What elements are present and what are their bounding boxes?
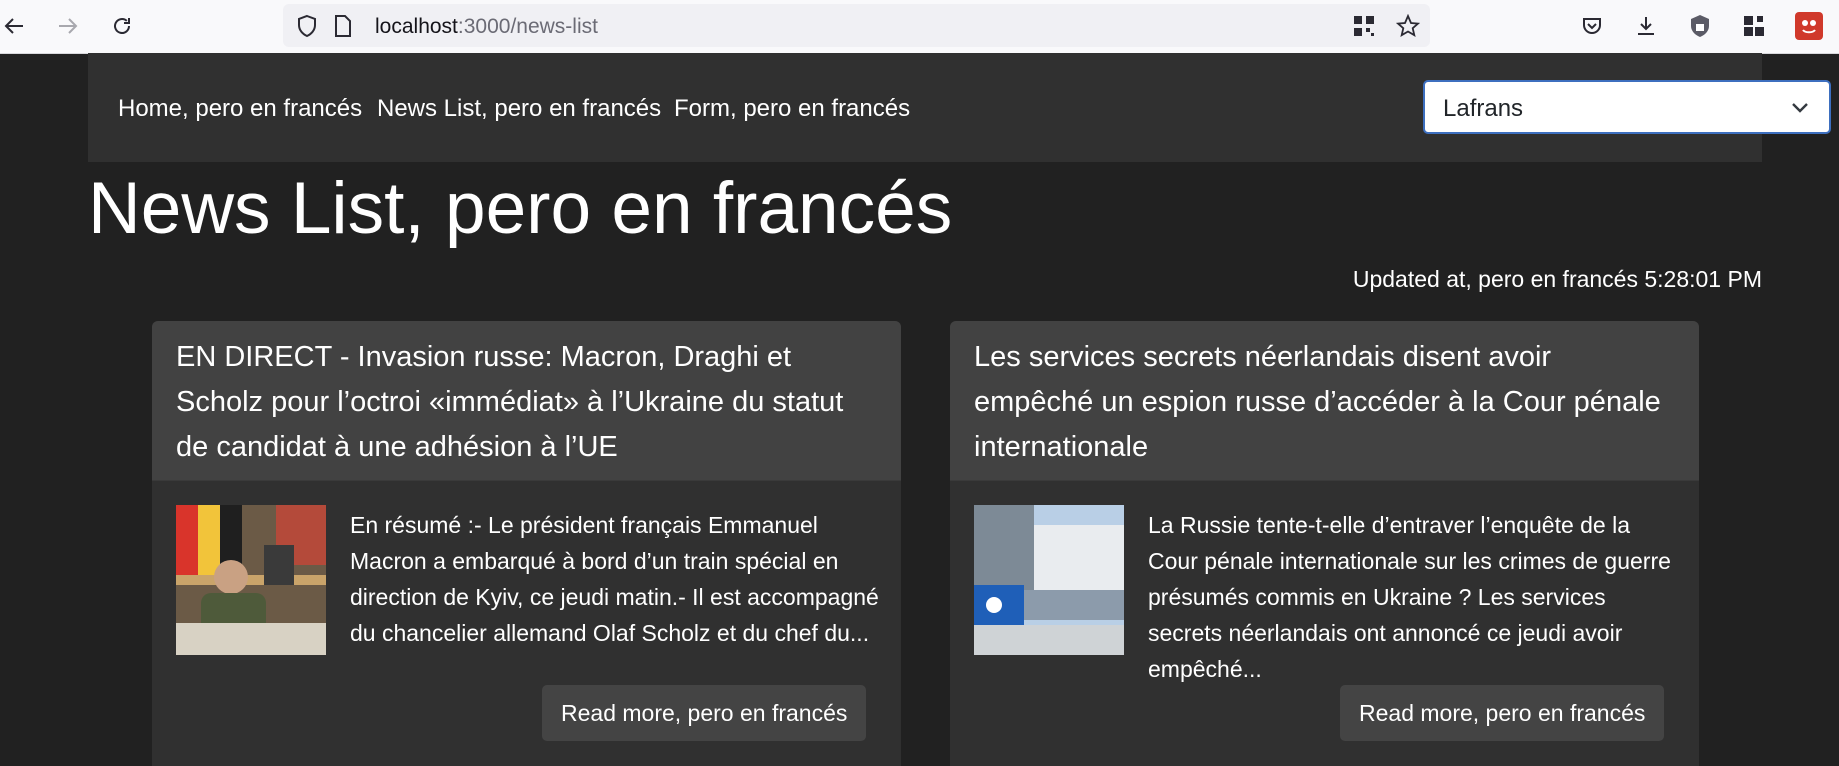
browser-toolbar: localhost:3000/news-list — [0, 0, 1839, 54]
address-bar[interactable]: localhost:3000/news-list — [283, 4, 1430, 47]
card-summary: En résumé :- Le président français Emman… — [350, 512, 879, 646]
card-header: Les services secrets néerlandais disent … — [950, 321, 1699, 481]
profile-extension-icon[interactable] — [1795, 12, 1823, 40]
language-select[interactable]: Lafrans — [1423, 80, 1831, 134]
nav-link-form[interactable]: Form, pero en francés — [674, 95, 910, 123]
card-title: Les services secrets néerlandais disent … — [974, 341, 1661, 463]
read-more-button[interactable]: Read more, pero en francés — [1340, 685, 1665, 741]
back-icon[interactable] — [0, 12, 28, 40]
qr-code-icon[interactable] — [1350, 12, 1378, 40]
page-info-icon[interactable] — [329, 12, 357, 40]
pocket-icon[interactable] — [1578, 12, 1606, 40]
nav-link-home[interactable]: Home, pero en francés — [118, 95, 362, 123]
news-thumbnail — [974, 505, 1124, 655]
nav-link-news-list[interactable]: News List, pero en francés — [377, 95, 661, 123]
forward-icon[interactable] — [54, 12, 82, 40]
card-header: EN DIRECT - Invasion russe: Macron, Drag… — [152, 321, 901, 481]
news-card: EN DIRECT - Invasion russe: Macron, Drag… — [152, 321, 901, 766]
shield-icon[interactable] — [293, 12, 321, 40]
reload-icon[interactable] — [108, 12, 136, 40]
language-select-value: Lafrans — [1443, 95, 1524, 122]
bookmark-star-icon[interactable] — [1394, 12, 1422, 40]
page-title: News List, pero en francés — [88, 168, 953, 249]
updated-timestamp: Updated at, pero en francés 5:28:01 PM — [1352, 266, 1762, 292]
navbar: Home, pero en francés News List, pero en… — [88, 53, 1831, 162]
card-summary: La Russie tente-t-elle d’entraver l’enqu… — [1148, 512, 1671, 682]
download-icon[interactable] — [1632, 12, 1660, 40]
url-host: localhost — [375, 15, 458, 38]
chevron-down-icon — [1792, 103, 1808, 113]
news-card: Les services secrets néerlandais disent … — [950, 321, 1699, 766]
privacy-extension-icon[interactable] — [1686, 12, 1714, 40]
read-more-button[interactable]: Read more, pero en francés — [542, 685, 867, 741]
url-path: :3000/news-list — [457, 15, 598, 38]
news-thumbnail — [176, 505, 326, 655]
url-text: localhost:3000/news-list — [375, 15, 598, 39]
card-title: EN DIRECT - Invasion russe: Macron, Drag… — [176, 341, 844, 463]
extensions-icon[interactable] — [1740, 12, 1768, 40]
